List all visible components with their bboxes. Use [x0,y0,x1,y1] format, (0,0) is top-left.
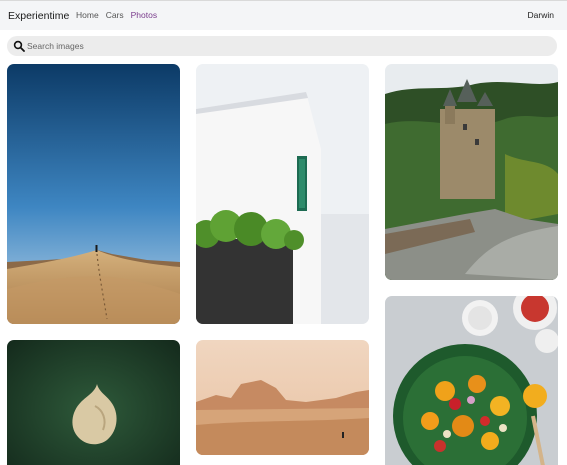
user-name[interactable]: Darwin [528,10,554,20]
nav-link-photos[interactable]: Photos [131,10,157,20]
white-building-photo[interactable] [196,64,369,324]
nav-links: Home Cars Photos [76,10,157,20]
search-input[interactable] [27,38,547,54]
search-bar[interactable] [7,36,557,56]
forest-aerial-photo[interactable] [7,340,180,465]
salad-food-photo[interactable] [385,296,558,465]
navbar: Experientime Home Cars Photos Darwin [0,0,567,30]
nav-link-cars[interactable]: Cars [106,10,124,20]
nav-link-home[interactable]: Home [76,10,99,20]
castle-photo[interactable] [385,64,558,280]
desert-landscape-photo[interactable] [196,340,369,455]
brand-logo[interactable]: Experientime [8,10,69,22]
desert-dune-photo[interactable] [7,64,180,324]
search-icon [13,40,25,52]
